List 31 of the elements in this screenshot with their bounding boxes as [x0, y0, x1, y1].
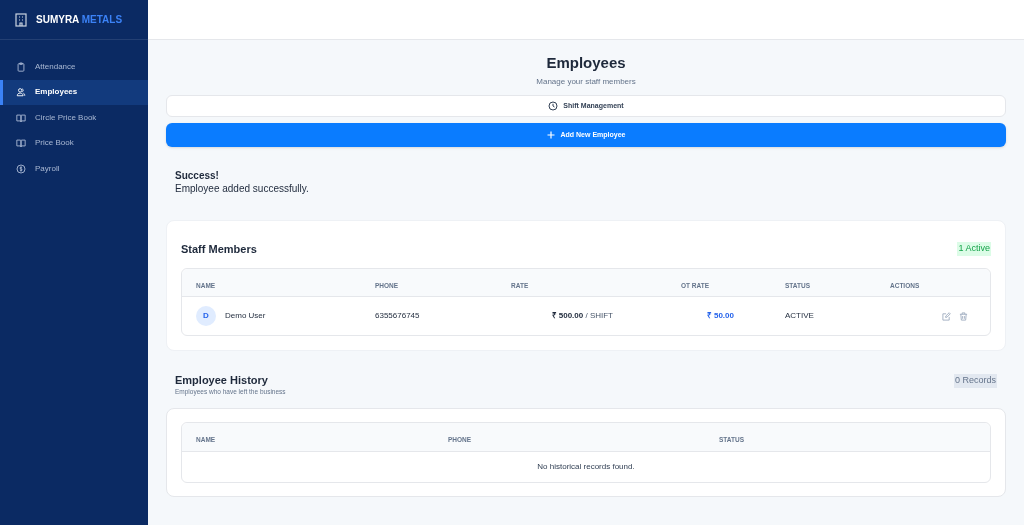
sidebar-item[interactable]: Attendance [0, 54, 148, 80]
records-count-badge: 0 Records [953, 374, 997, 388]
page-subtitle: Manage your staff members [535, 76, 637, 88]
sidebar-item[interactable]: Circle Price Book [0, 105, 148, 131]
users-icon [16, 87, 26, 98]
empty-message: No historical records found. [537, 460, 635, 473]
section-title: Staff Members [181, 241, 257, 257]
table-cell: Demo User [225, 310, 266, 322]
table-cell: ACTIVE [785, 311, 814, 320]
brand-name: SUMYRA METALS [36, 13, 123, 27]
sidebar-item[interactable]: Payroll [0, 156, 148, 182]
table-cell: ₹ 50.00 [706, 310, 734, 322]
section-title: Employee History [175, 373, 269, 387]
page-title: Employees [545, 53, 627, 73]
table-cell: 6355676745 [375, 311, 420, 320]
trash-icon[interactable] [959, 311, 968, 321]
building-icon [15, 12, 27, 27]
alert-message: Employee added successfully. [175, 182, 310, 195]
plus-icon [546, 131, 555, 139]
sidebar-item[interactable]: Price Book [0, 130, 148, 156]
table-cell: ₹ 500.00 / SHIFT [551, 310, 613, 322]
alert-title: Success! [175, 169, 220, 182]
avatar: D [196, 306, 216, 326]
book-icon [16, 138, 26, 149]
clipboard-icon [16, 61, 26, 72]
coin-icon [16, 163, 26, 174]
edit-icon[interactable] [942, 311, 951, 321]
book-icon [16, 112, 26, 123]
sidebar-item[interactable]: Employees [0, 79, 148, 105]
clock-icon [548, 101, 559, 111]
active-count-badge: 1 Active [957, 242, 991, 256]
